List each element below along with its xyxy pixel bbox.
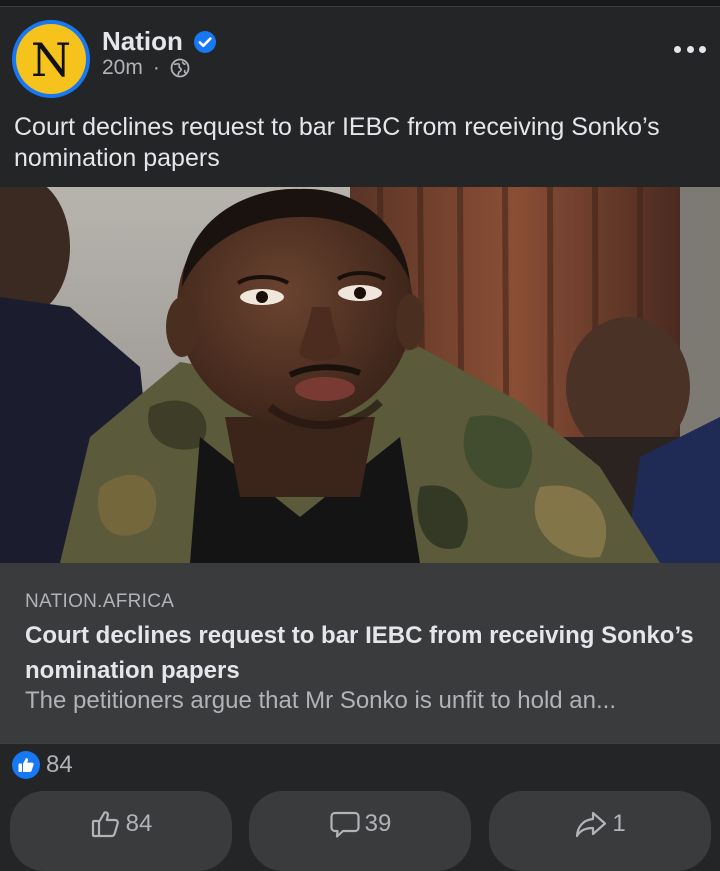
reaction-count: 84: [46, 751, 73, 778]
page-avatar[interactable]: N: [12, 20, 90, 98]
comment-bubble-icon: [329, 808, 361, 840]
globe-icon: [170, 58, 190, 78]
link-description: The petitioners argue that Mr Sonko is u…: [25, 687, 616, 714]
page-name-row: Nation: [102, 26, 217, 57]
more-dot: [686, 45, 694, 53]
like-button[interactable]: 84: [10, 791, 232, 871]
share-arrow-icon: [574, 808, 608, 840]
avatar-logo: N: [16, 24, 86, 94]
link-title[interactable]: Court declines request to bar IEBC from …: [25, 618, 705, 688]
top-divider: [0, 6, 720, 7]
share-button[interactable]: 1: [489, 791, 711, 871]
post-meta: 20m ·: [102, 56, 190, 80]
more-dot: [699, 45, 706, 53]
comment-count: 39: [364, 810, 392, 837]
like-reaction-icon: [12, 751, 40, 779]
link-domain: NATION.AFRICA: [25, 591, 175, 612]
post-text: Court declines request to bar IEBC from …: [14, 113, 660, 172]
meta-separator: ·: [152, 56, 160, 79]
comment-button[interactable]: 39: [249, 791, 471, 871]
post-time[interactable]: 20m: [102, 56, 143, 80]
avatar-letter: N: [30, 33, 72, 87]
link-preview[interactable]: NATION.AFRICA Court declines request to …: [0, 563, 720, 743]
share-count: 1: [612, 810, 626, 837]
verified-badge-icon: [193, 30, 217, 54]
page-name[interactable]: Nation: [102, 26, 183, 57]
article-photo[interactable]: [0, 187, 720, 563]
more-options-icon[interactable]: [674, 44, 706, 54]
like-count: 84: [125, 810, 153, 837]
thumbs-up-icon: [90, 808, 122, 840]
reaction-summary[interactable]: 84: [12, 751, 73, 779]
more-dot: [674, 45, 681, 53]
reactions-divider: [0, 743, 720, 744]
